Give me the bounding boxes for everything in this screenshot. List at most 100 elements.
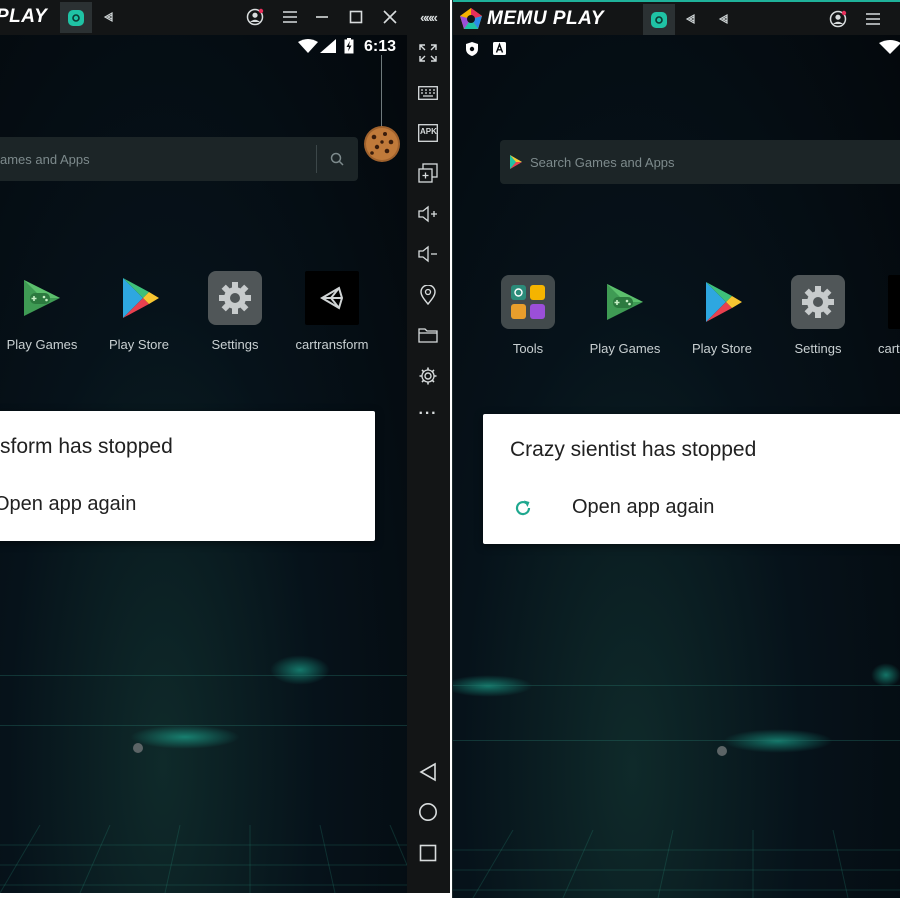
app-stopped-dialog: sform has stopped Open app again	[0, 411, 375, 541]
right-android-screen: Search Games and Apps Tools Play Games P…	[453, 35, 900, 898]
battery-charging-icon	[344, 38, 354, 54]
wifi-icon	[879, 40, 900, 54]
bg-glow	[723, 729, 833, 753]
home-tab[interactable]	[60, 2, 92, 33]
gear-icon	[419, 367, 437, 385]
play-store-icon	[695, 275, 749, 329]
location-button[interactable]	[416, 283, 440, 307]
a-notification-icon	[493, 42, 506, 55]
search-bar[interactable]: ames and Apps	[0, 137, 358, 181]
app-stopped-dialog: Crazy sientist has stopped Open app agai…	[483, 414, 900, 544]
bg-glow	[871, 663, 900, 687]
brand-logo-text: PLAY	[0, 6, 48, 27]
unity-app-icon	[305, 271, 359, 325]
app-play-store[interactable]: Play Store	[674, 275, 770, 356]
status-time: 6:13	[364, 38, 397, 55]
app-cartransform-partial[interactable]: cart	[867, 275, 900, 356]
keyboard-icon	[418, 86, 438, 100]
app-play-games[interactable]: Play Games	[577, 275, 673, 356]
app-settings[interactable]: Settings	[187, 271, 283, 352]
open-app-again-button[interactable]: Open app again	[572, 496, 714, 519]
shared-folder-button[interactable]	[416, 323, 440, 347]
volume-down-button[interactable]	[416, 242, 440, 266]
pendulum-string	[381, 55, 382, 131]
recents-square-icon	[419, 844, 437, 862]
apk-label: APK	[420, 127, 437, 136]
play-games-icon	[15, 271, 69, 325]
play-store-small-icon	[510, 155, 522, 169]
cell-signal-icon	[320, 39, 336, 53]
settings-button[interactable]	[416, 364, 440, 388]
dialog-title: sform has stopped	[0, 435, 173, 458]
bg-grid-floor	[453, 830, 900, 898]
bg-line	[0, 725, 407, 726]
left-titlebar: PLAY	[0, 0, 450, 35]
hamburger-icon	[866, 13, 880, 25]
account-button[interactable]	[827, 8, 849, 30]
right-emulator-window: MEMU PLAY Search Games and Apps Tools Pl…	[452, 0, 900, 898]
account-button[interactable]	[244, 6, 266, 28]
fullscreen-button[interactable]	[416, 41, 440, 65]
more-options-button[interactable]: ···	[416, 402, 440, 426]
wifi-icon	[298, 39, 318, 53]
apk-install-button[interactable]: APK	[416, 121, 440, 145]
android-recents-button[interactable]	[416, 841, 440, 865]
keyboard-button[interactable]	[416, 81, 440, 105]
multi-instance-button[interactable]	[416, 161, 440, 185]
volume-down-icon	[418, 245, 437, 263]
app-label: Play Games	[589, 341, 661, 356]
android-back-button[interactable]	[416, 760, 440, 784]
search-icon[interactable]	[330, 152, 344, 166]
home-tab[interactable]	[643, 4, 675, 35]
search-placeholder: ames and Apps	[0, 152, 90, 167]
app-label: Play Store	[692, 341, 752, 356]
bg-line	[453, 740, 900, 741]
play-store-icon	[112, 271, 166, 325]
collapse-sidebar-button[interactable]: «««	[416, 5, 440, 29]
page-indicator-dot	[133, 743, 143, 753]
home-circle-icon	[419, 803, 437, 821]
android-home-button[interactable]	[416, 800, 440, 824]
minimize-button[interactable]	[311, 6, 333, 28]
menu-button[interactable]	[862, 8, 884, 30]
maximize-button[interactable]	[345, 6, 367, 28]
app-play-store[interactable]: Play Store	[91, 271, 187, 352]
volume-up-icon	[418, 205, 437, 223]
volume-up-button[interactable]	[416, 202, 440, 226]
fullscreen-icon	[419, 44, 437, 62]
app-tools[interactable]: Tools	[480, 275, 576, 356]
unity-icon	[718, 13, 728, 25]
app-tab-unity[interactable]	[682, 10, 700, 28]
memu-logo-icon	[460, 8, 482, 29]
account-icon	[829, 10, 847, 28]
play-games-icon	[598, 275, 652, 329]
folder-icon	[418, 328, 438, 343]
search-bar[interactable]: Search Games and Apps	[500, 140, 900, 184]
app-label: Tools	[512, 341, 544, 356]
bg-glow	[453, 675, 533, 697]
open-app-again-button[interactable]: Open app again	[0, 493, 136, 516]
dialog-title: Crazy sientist has stopped	[510, 438, 757, 461]
left-emulator-window: PLAY 6:13 ames and Apps Play Games Play …	[0, 0, 450, 893]
app-tab-unity-2[interactable]	[715, 10, 733, 28]
app-label: Play Games	[6, 337, 78, 352]
app-settings[interactable]: Settings	[770, 275, 866, 356]
refresh-icon[interactable]	[513, 498, 533, 518]
app-tab-unity[interactable]	[100, 8, 118, 26]
unity-app-icon	[888, 275, 900, 329]
app-play-games[interactable]: Play Games	[0, 271, 90, 352]
close-button[interactable]	[379, 6, 401, 28]
search-divider	[316, 145, 317, 173]
location-pin-icon	[420, 285, 436, 305]
cookie-icon[interactable]	[363, 125, 401, 163]
bg-glow	[130, 725, 240, 749]
bg-line	[453, 685, 900, 686]
bg-line	[0, 675, 407, 676]
app-cartransform[interactable]: cartransform	[284, 271, 380, 352]
hamburger-icon	[283, 11, 297, 23]
search-placeholder: Search Games and Apps	[530, 155, 675, 170]
menu-button[interactable]	[279, 6, 301, 28]
app-label: Play Store	[109, 337, 169, 352]
home-tab-icon	[651, 11, 667, 28]
app-label: Settings	[794, 341, 842, 356]
